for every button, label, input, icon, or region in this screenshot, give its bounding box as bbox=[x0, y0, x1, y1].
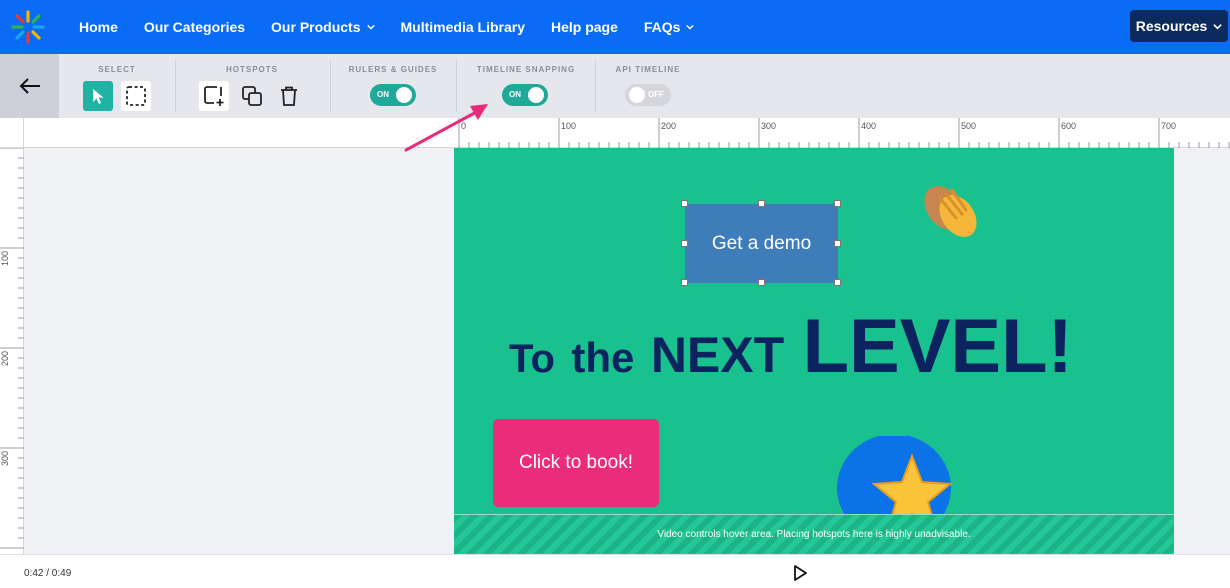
select-label: SELECT bbox=[98, 65, 136, 74]
nav-item-label: Our Products bbox=[271, 19, 361, 35]
nav-item-our-categories[interactable]: Our Categories bbox=[144, 19, 245, 35]
chevron-down-icon bbox=[1213, 23, 1222, 29]
toolbar-divider bbox=[595, 60, 596, 112]
headline: To the NEXT LEVEL! bbox=[509, 303, 1149, 390]
marquee-select-button[interactable] bbox=[121, 81, 151, 111]
hotspots-label: HOTSPOTS bbox=[225, 65, 278, 74]
duplicate-hotspot-button[interactable] bbox=[237, 81, 267, 111]
toolbar-divider bbox=[330, 60, 331, 112]
toolbar-divider bbox=[175, 60, 176, 112]
resize-handle[interactable] bbox=[758, 200, 765, 207]
dashed-selection-icon bbox=[126, 86, 146, 106]
snapping-label: TIMELINE SNAPPING bbox=[476, 65, 576, 74]
resize-handle[interactable] bbox=[681, 279, 688, 286]
add-hotspot-button[interactable] bbox=[199, 81, 229, 111]
playback-time: 0:42 / 0:49 bbox=[24, 568, 72, 579]
rulers-toggle-state: ON bbox=[377, 90, 389, 99]
video-controls-hover-area: Video controls hover area. Placing hotsp… bbox=[454, 514, 1174, 554]
nav-item-home[interactable]: Home bbox=[79, 19, 118, 35]
resources-button[interactable]: Resources bbox=[1130, 10, 1228, 42]
nav-item-label: Home bbox=[79, 19, 118, 35]
api-timeline-toggle[interactable]: OFF bbox=[625, 84, 671, 106]
api-toggle-state: OFF bbox=[648, 90, 664, 99]
top-navigation: Home Our Categories Our Products Multimedia… bbox=[0, 0, 1230, 54]
vertical-ruler-ticks: 100 200 300 bbox=[0, 147, 24, 549]
headline-word: To bbox=[509, 337, 555, 381]
resize-handle[interactable] bbox=[681, 240, 688, 247]
resize-handle[interactable] bbox=[834, 279, 841, 286]
toggle-knob bbox=[629, 87, 645, 103]
chevron-down-icon bbox=[366, 24, 375, 30]
pointer-tool-button[interactable] bbox=[83, 81, 113, 111]
pink-arrow-icon bbox=[404, 104, 488, 152]
get-demo-label: Get a demo bbox=[711, 232, 812, 254]
click-to-book-label: Click to book! bbox=[518, 452, 634, 473]
chevron-down-icon bbox=[686, 24, 695, 30]
ruler-label: 400 bbox=[861, 121, 876, 131]
clapping-hands-icon bbox=[924, 186, 977, 237]
ruler-label: 200 bbox=[661, 121, 676, 131]
brand-logo-icon[interactable] bbox=[9, 8, 47, 46]
editor-toolbar: SELECT HOTSPOTS RULERS & GUIDES ON TIMEL… bbox=[0, 54, 1230, 118]
resize-handle[interactable] bbox=[834, 240, 841, 247]
copy-icon bbox=[242, 86, 262, 106]
ruler-label: 100 bbox=[561, 121, 576, 131]
api-timeline-label: API TIMELINE bbox=[615, 65, 681, 74]
toggle-knob bbox=[528, 87, 544, 103]
api-timeline-group: API TIMELINE OFF bbox=[610, 54, 686, 118]
arrow-left-icon bbox=[19, 78, 40, 94]
cursor-arrow-icon bbox=[93, 89, 104, 104]
ruler-label: 200 bbox=[0, 351, 10, 366]
ruler-label: 500 bbox=[961, 121, 976, 131]
nav-item-label: Multimedia Library bbox=[400, 19, 525, 35]
nav-menu: Home Our Categories Our Products Multimedia… bbox=[79, 0, 720, 54]
horizontal-ruler[interactable]: 0 100 200 300 400 500 600 700 bbox=[24, 118, 1230, 148]
nav-item-faqs[interactable]: FAQs bbox=[644, 19, 695, 35]
ruler-corner bbox=[0, 118, 24, 148]
video-stage[interactable]: Get a demo To the NEXT LEVEL! Click to b… bbox=[454, 148, 1174, 554]
ruler-label: 700 bbox=[1161, 121, 1176, 131]
resources-label: Resources bbox=[1135, 18, 1208, 34]
ruler-label: 600 bbox=[1061, 121, 1076, 131]
hotspots-group: HOTSPOTS bbox=[196, 54, 308, 118]
rulers-label: RULERS & GUIDES bbox=[348, 65, 438, 74]
trash-icon bbox=[281, 86, 297, 106]
nav-item-multimedia-library[interactable]: Multimedia Library bbox=[401, 19, 525, 35]
resize-handle[interactable] bbox=[834, 200, 841, 207]
play-icon[interactable] bbox=[790, 563, 810, 583]
nav-item-help-page[interactable]: Help page bbox=[551, 19, 618, 35]
select-group: SELECT bbox=[80, 54, 154, 118]
nav-item-label: Help page bbox=[550, 19, 618, 35]
resize-handle[interactable] bbox=[758, 279, 765, 286]
nav-item-our-products[interactable]: Our Products bbox=[271, 19, 375, 35]
click-to-book-hotspot[interactable]: Click to book! bbox=[493, 419, 659, 507]
horizontal-ruler-ticks: 0 100 200 300 400 500 600 700 bbox=[458, 118, 1230, 148]
vertical-ruler[interactable]: 100 200 300 bbox=[0, 147, 24, 554]
ruler-label: 100 bbox=[0, 251, 10, 266]
ruler-label: 300 bbox=[0, 451, 10, 466]
resize-handle[interactable] bbox=[681, 200, 688, 207]
nav-item-label: Our Categories bbox=[143, 19, 246, 35]
snapping-toggle-state: ON bbox=[509, 90, 521, 99]
ruler-label: 300 bbox=[761, 121, 776, 131]
add-hotspot-icon bbox=[204, 86, 224, 106]
headline-word: NEXT bbox=[650, 327, 785, 383]
player-bar: 0:42 / 0:49 bbox=[0, 554, 1230, 588]
headline-word: LEVEL! bbox=[802, 304, 1073, 389]
headline-word: the bbox=[571, 334, 635, 381]
hover-area-warning: Video controls hover area. Placing hotsp… bbox=[657, 529, 971, 540]
timeline-snapping-toggle[interactable]: ON bbox=[502, 84, 548, 106]
delete-hotspot-button[interactable] bbox=[274, 81, 304, 111]
get-demo-hotspot[interactable]: Get a demo bbox=[685, 204, 838, 283]
back-button[interactable] bbox=[0, 54, 59, 118]
nav-item-label: FAQs bbox=[643, 19, 681, 35]
